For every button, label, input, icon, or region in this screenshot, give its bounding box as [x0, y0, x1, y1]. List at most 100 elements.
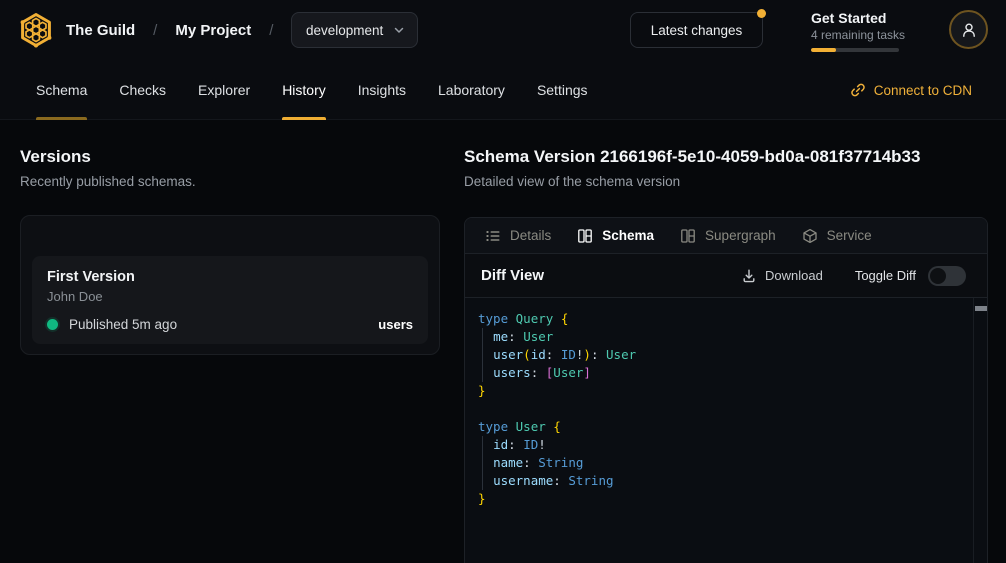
download-icon — [741, 268, 757, 284]
version-name: First Version — [47, 268, 413, 287]
toggle-diff-switch[interactable] — [928, 266, 966, 286]
breadcrumb-separator: / — [153, 22, 157, 39]
chain-link-icon — [850, 82, 866, 98]
chevron-down-icon — [393, 24, 405, 36]
detail-tabs: Details Schema Supergraph — [465, 218, 987, 254]
tab-underline — [119, 117, 166, 120]
two-columns-icon — [680, 228, 696, 244]
detail-tab-schema[interactable]: Schema — [577, 228, 654, 244]
breadcrumb: The Guild / My Project / — [66, 0, 273, 60]
versions-title: Versions — [20, 146, 440, 168]
code-line: type User { — [478, 418, 961, 436]
breadcrumb-separator: / — [269, 22, 273, 39]
version-published-time: Published 5m ago — [69, 317, 177, 332]
version-detail-header: Schema Version 2166196f-5e10-4059-bd0a-0… — [464, 146, 988, 189]
nav-tab-label: Schema — [36, 82, 87, 98]
nav-tab-label: Explorer — [198, 82, 250, 98]
tab-underline — [198, 117, 250, 120]
code-scrollbar[interactable] — [973, 298, 987, 563]
schema-version-title: Schema Version 2166196f-5e10-4059-bd0a-0… — [464, 146, 988, 168]
get-started-progressbar — [811, 48, 899, 52]
code-content: type Query { me: User user(id: ID!): Use… — [478, 310, 961, 508]
detail-tab-label: Service — [827, 228, 872, 243]
tab-underline — [282, 117, 326, 120]
app-header: The Guild / My Project / development Lat… — [0, 0, 1006, 60]
service-badge: users — [378, 317, 413, 332]
code-line: type Query { — [478, 310, 961, 328]
code-line: users: [User] — [478, 364, 961, 382]
code-line: username: String — [478, 472, 961, 490]
nav-tab-label: Checks — [119, 82, 166, 98]
scrollbar-thumb[interactable] — [975, 306, 987, 311]
diff-actions: Download Toggle Diff — [741, 266, 966, 286]
nav-tabs: Schema Checks Explorer History Insights … — [36, 60, 588, 120]
diff-view-title: Diff View — [481, 267, 544, 284]
version-list-item[interactable]: First Version John Doe Published 5m ago … — [32, 256, 428, 344]
nav-tab-label: History — [282, 82, 326, 98]
progress-fill — [811, 48, 836, 52]
nav-tab-insights[interactable]: Insights — [358, 60, 406, 120]
toggle-diff-label: Toggle Diff — [855, 268, 916, 283]
tab-underline — [36, 117, 87, 120]
nav-tab-settings[interactable]: Settings — [537, 60, 588, 120]
schema-code-viewer[interactable]: type Query { me: User user(id: ID!): Use… — [465, 298, 987, 563]
code-line: name: String — [478, 454, 961, 472]
schema-version-subtitle: Detailed view of the schema version — [464, 174, 988, 189]
bullet-list-icon — [485, 228, 501, 244]
get-started-widget[interactable]: Get Started 4 remaining tasks — [811, 9, 899, 52]
nav-tab-label: Insights — [358, 82, 406, 98]
tab-underline — [438, 117, 505, 120]
published-status-dot-icon — [47, 319, 58, 330]
code-line: user(id: ID!): User — [478, 346, 961, 364]
latest-changes-button[interactable]: Latest changes — [630, 12, 763, 48]
code-line: me: User — [478, 328, 961, 346]
target-selector-value: development — [306, 23, 383, 38]
versions-subtitle: Recently published schemas. — [20, 174, 440, 189]
connect-to-cdn-link[interactable]: Connect to CDN — [850, 60, 972, 120]
code-line: } — [478, 382, 961, 400]
download-label: Download — [765, 268, 823, 283]
nav-tab-label: Settings — [537, 82, 588, 98]
detail-tab-service[interactable]: Service — [802, 228, 872, 244]
toggle-knob — [930, 268, 946, 284]
nav-tab-history[interactable]: History — [282, 60, 326, 120]
code-line — [478, 400, 961, 418]
tab-underline — [537, 117, 588, 120]
nav-tab-schema[interactable]: Schema — [36, 60, 87, 120]
detail-tab-label: Details — [510, 228, 551, 243]
detail-tab-label: Supergraph — [705, 228, 776, 243]
nav-tab-laboratory[interactable]: Laboratory — [438, 60, 505, 120]
get-started-tasks: 4 remaining tasks — [811, 27, 899, 43]
notification-dot — [757, 9, 766, 18]
download-button[interactable]: Download — [741, 268, 823, 284]
detail-tab-label: Schema — [602, 228, 654, 243]
indent-guide — [482, 436, 483, 490]
code-line: } — [478, 490, 961, 508]
nav-tab-checks[interactable]: Checks — [119, 60, 166, 120]
versions-panel: Versions Recently published schemas. Fir… — [20, 146, 440, 189]
nav-tab-explorer[interactable]: Explorer — [198, 60, 250, 120]
target-selector-dropdown[interactable]: development — [291, 12, 418, 48]
version-author: John Doe — [47, 288, 413, 305]
detail-tab-supergraph[interactable]: Supergraph — [680, 228, 776, 244]
tab-underline — [358, 117, 406, 120]
hive-logo-icon[interactable] — [16, 10, 56, 50]
version-status-row: Published 5m ago users — [47, 317, 413, 332]
target-nav: Schema Checks Explorer History Insights … — [0, 60, 1006, 120]
breadcrumb-project[interactable]: My Project — [175, 22, 251, 39]
versions-list-card: First Version John Doe Published 5m ago … — [20, 215, 440, 355]
latest-changes-label: Latest changes — [651, 23, 743, 38]
detail-tab-details[interactable]: Details — [485, 228, 551, 244]
get-started-title: Get Started — [811, 9, 899, 27]
user-avatar-button[interactable] — [949, 10, 988, 49]
person-icon — [960, 21, 978, 39]
code-line: id: ID! — [478, 436, 961, 454]
version-detail-box: Details Schema Supergraph — [464, 217, 988, 563]
connect-to-cdn-label: Connect to CDN — [874, 83, 972, 98]
cube-icon — [802, 228, 818, 244]
indent-guide — [482, 328, 483, 382]
diff-view-header: Diff View Download Toggle Diff — [465, 254, 987, 298]
breadcrumb-org[interactable]: The Guild — [66, 22, 135, 39]
two-columns-icon — [577, 228, 593, 244]
nav-tab-label: Laboratory — [438, 82, 505, 98]
